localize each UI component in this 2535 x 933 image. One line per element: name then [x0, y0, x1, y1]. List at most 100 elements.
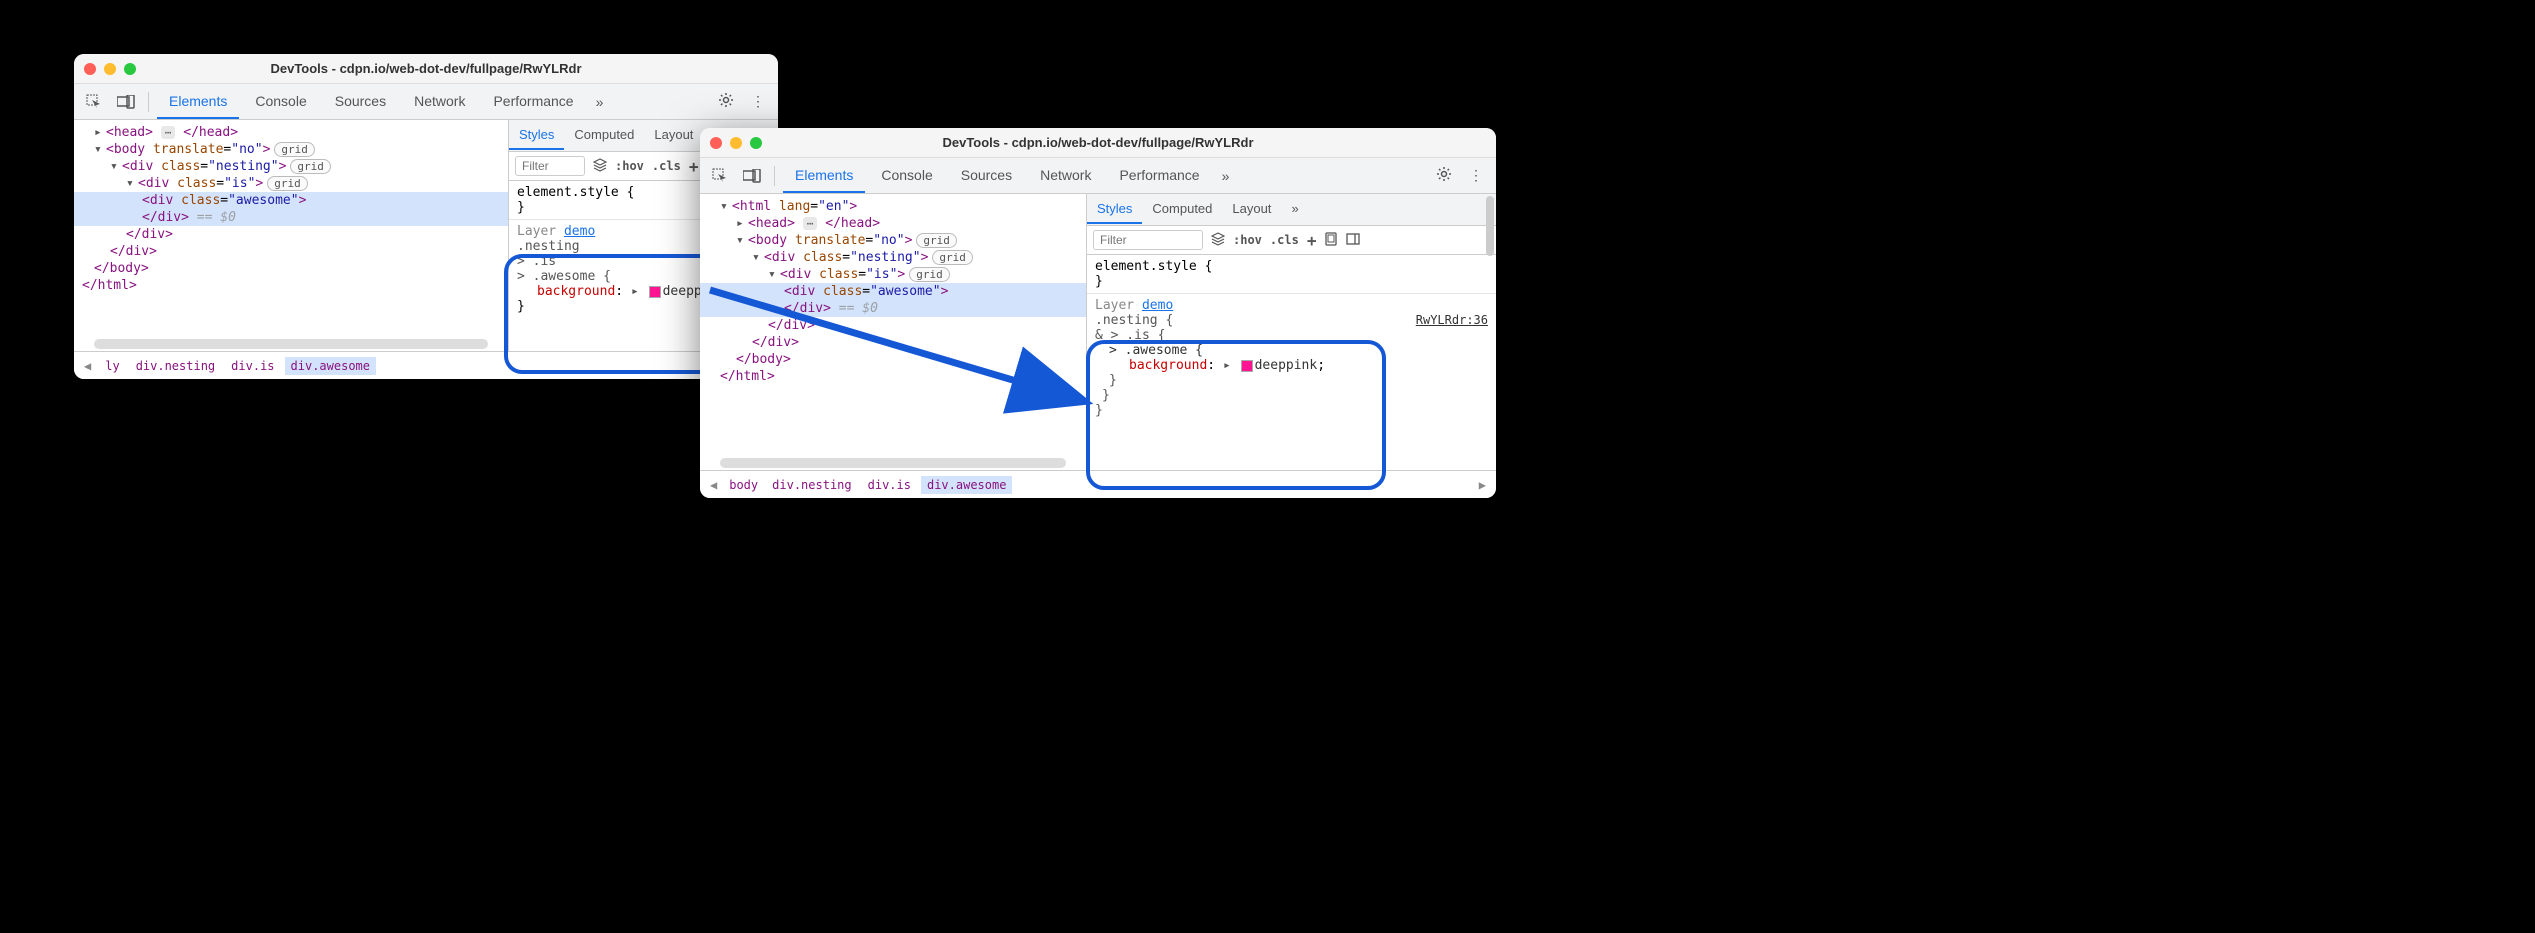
- breadcrumb-item-selected[interactable]: div.awesome: [921, 476, 1012, 494]
- device-toggle-icon[interactable]: [738, 162, 766, 190]
- hov-button[interactable]: :hov: [1233, 233, 1262, 247]
- dom-div-awesome-close[interactable]: </div> == $0: [700, 300, 1086, 317]
- inspect-icon[interactable]: [706, 162, 734, 190]
- close-icon[interactable]: [710, 137, 722, 149]
- plus-icon[interactable]: +: [1307, 231, 1317, 250]
- grid-badge[interactable]: grid: [916, 233, 957, 248]
- dom-head[interactable]: ▸<head> ⋯ </head>: [74, 124, 508, 141]
- dom-div-awesome[interactable]: <div class="awesome">: [700, 283, 1086, 300]
- tab-performance[interactable]: Performance: [481, 85, 585, 119]
- dom-div-nesting-close[interactable]: </div>: [700, 334, 1086, 351]
- tab-sources[interactable]: Sources: [949, 159, 1024, 193]
- tab-network[interactable]: Network: [402, 85, 477, 119]
- breadcrumb-item[interactable]: div.is: [225, 357, 280, 375]
- tab-performance[interactable]: Performance: [1107, 159, 1211, 193]
- layer-link[interactable]: demo: [564, 224, 595, 239]
- breadcrumb-item[interactable]: body: [725, 476, 762, 494]
- dom-div-is-close[interactable]: </div>: [700, 317, 1086, 334]
- layers-icon[interactable]: [593, 158, 607, 175]
- dom-div-is[interactable]: ▾<div class="is">grid: [74, 175, 508, 192]
- maximize-icon[interactable]: [750, 137, 762, 149]
- tab-computed[interactable]: Computed: [564, 121, 644, 150]
- tab-elements[interactable]: Elements: [783, 159, 865, 193]
- tab-styles[interactable]: Styles: [509, 121, 564, 150]
- gear-icon[interactable]: [712, 92, 740, 111]
- filter-input[interactable]: [515, 156, 585, 176]
- filter-input[interactable]: [1093, 230, 1203, 250]
- chevron-left-icon[interactable]: ◀: [706, 478, 721, 492]
- dom-div-nesting-close[interactable]: </div>: [74, 243, 508, 260]
- device-toggle-icon[interactable]: [112, 88, 140, 116]
- titlebar[interactable]: DevTools - cdpn.io/web-dot-dev/fullpage/…: [74, 54, 778, 84]
- dom-html-close[interactable]: </html>: [700, 368, 1086, 385]
- inspect-icon[interactable]: [80, 88, 108, 116]
- color-swatch[interactable]: [649, 286, 661, 298]
- layer-row[interactable]: Layer demo: [1095, 298, 1488, 313]
- dom-tree[interactable]: ▸<head> ⋯ </head> ▾<body translate="no">…: [74, 120, 508, 351]
- grid-badge[interactable]: grid: [267, 176, 308, 191]
- vertical-scrollbar[interactable]: [1486, 196, 1494, 468]
- background-property[interactable]: background: ▸ deeppink;: [1095, 358, 1488, 373]
- kebab-icon[interactable]: ⋮: [1462, 167, 1490, 184]
- selector-awesome[interactable]: > .awesome {: [1095, 343, 1488, 358]
- plus-icon[interactable]: +: [689, 157, 699, 176]
- dom-div-is[interactable]: ▾<div class="is">grid: [700, 266, 1086, 283]
- grid-badge[interactable]: grid: [932, 250, 973, 265]
- color-swatch[interactable]: [1241, 360, 1253, 372]
- minimize-icon[interactable]: [104, 63, 116, 75]
- gear-icon[interactable]: [1430, 166, 1458, 185]
- dom-body[interactable]: ▾<body translate="no">grid: [700, 232, 1086, 249]
- dom-div-nesting[interactable]: ▾<div class="nesting">grid: [74, 158, 508, 175]
- tab-computed[interactable]: Computed: [1142, 195, 1222, 224]
- breadcrumb-item-selected[interactable]: div.awesome: [285, 357, 376, 375]
- grid-badge[interactable]: grid: [274, 142, 315, 157]
- styles-rules[interactable]: element.style { } Layer demo .nesting {R…: [1087, 255, 1496, 470]
- horizontal-scrollbar[interactable]: [720, 458, 1066, 468]
- breadcrumb-item[interactable]: div.nesting: [130, 357, 221, 375]
- breadcrumb-item[interactable]: ly: [99, 357, 125, 375]
- selector-is[interactable]: & > .is {: [1095, 328, 1488, 343]
- ellipsis-icon[interactable]: ⋯: [803, 217, 818, 230]
- cls-button[interactable]: .cls: [1270, 233, 1299, 247]
- dom-body-close[interactable]: </body>: [700, 351, 1086, 368]
- horizontal-scrollbar[interactable]: [94, 339, 488, 349]
- dom-div-nesting[interactable]: ▾<div class="nesting">grid: [700, 249, 1086, 266]
- tabs-overflow-icon[interactable]: »: [590, 94, 610, 110]
- layers-icon[interactable]: [1211, 232, 1225, 249]
- dom-div-awesome[interactable]: <div class="awesome">: [74, 192, 508, 209]
- kebab-icon[interactable]: ⋮: [744, 93, 772, 110]
- hov-button[interactable]: :hov: [615, 159, 644, 173]
- maximize-icon[interactable]: [124, 63, 136, 75]
- tab-layout[interactable]: Layout: [644, 121, 703, 150]
- chevron-left-icon[interactable]: ◀: [80, 359, 95, 373]
- dom-html[interactable]: ▾<html lang="en">: [700, 198, 1086, 215]
- dom-body[interactable]: ▾<body translate="no">grid: [74, 141, 508, 158]
- dom-head[interactable]: ▸<head> ⋯ </head>: [700, 215, 1086, 232]
- dom-tree[interactable]: ▾<html lang="en"> ▸<head> ⋯ </head> ▾<bo…: [700, 194, 1086, 470]
- dom-div-awesome-close[interactable]: </div> == $0: [74, 209, 508, 226]
- source-link[interactable]: RwYLRdr:36: [1416, 313, 1488, 327]
- ellipsis-icon[interactable]: ⋯: [161, 126, 176, 139]
- tab-sources[interactable]: Sources: [323, 85, 398, 119]
- cls-button[interactable]: .cls: [652, 159, 681, 173]
- tab-layout[interactable]: Layout: [1222, 195, 1281, 224]
- element-style-rule[interactable]: element.style {: [1095, 259, 1488, 274]
- grid-badge[interactable]: grid: [909, 267, 950, 282]
- layer-link[interactable]: demo: [1142, 298, 1173, 313]
- tab-console[interactable]: Console: [243, 85, 318, 119]
- titlebar[interactable]: DevTools - cdpn.io/web-dot-dev/fullpage/…: [700, 128, 1496, 158]
- minimize-icon[interactable]: [730, 137, 742, 149]
- breadcrumb-item[interactable]: div.is: [862, 476, 917, 494]
- selector-nesting[interactable]: .nesting {RwYLRdr:36: [1095, 313, 1488, 328]
- tabs-overflow-icon[interactable]: »: [1281, 195, 1308, 224]
- panel-icon[interactable]: [1346, 232, 1360, 249]
- dom-body-close[interactable]: </body>: [74, 260, 508, 277]
- chevron-right-icon[interactable]: ▶: [1475, 478, 1490, 492]
- device-icon[interactable]: [1324, 232, 1338, 249]
- dom-div-is-close[interactable]: </div>: [74, 226, 508, 243]
- tab-console[interactable]: Console: [869, 159, 944, 193]
- close-icon[interactable]: [84, 63, 96, 75]
- tab-network[interactable]: Network: [1028, 159, 1103, 193]
- tab-styles[interactable]: Styles: [1087, 195, 1142, 224]
- tabs-overflow-icon[interactable]: »: [1216, 168, 1236, 184]
